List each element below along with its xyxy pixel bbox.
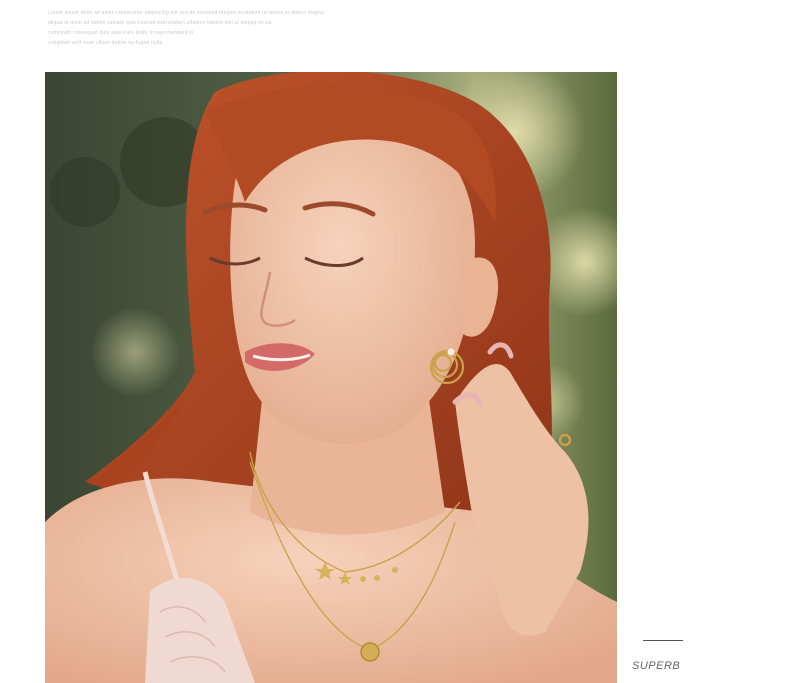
caption-line: aliqua ut enim ad minim veniam quis nost… <box>48 20 272 26</box>
caption-line: commodo consequat duis aute irure dolor … <box>48 30 194 36</box>
portrait-illustration <box>45 72 617 683</box>
divider-line <box>643 640 683 641</box>
header-caption: Lorem ipsum dolor sit amet consectetur a… <box>48 8 338 48</box>
brand-label: SUPERB <box>632 660 681 672</box>
pendant <box>360 642 380 662</box>
caption-line: voluptate velit esse cillum dolore eu fu… <box>48 40 163 46</box>
product-photo <box>45 72 617 683</box>
bokeh-light <box>90 307 180 397</box>
caption-line: Lorem ipsum dolor sit amet consectetur a… <box>48 10 325 16</box>
